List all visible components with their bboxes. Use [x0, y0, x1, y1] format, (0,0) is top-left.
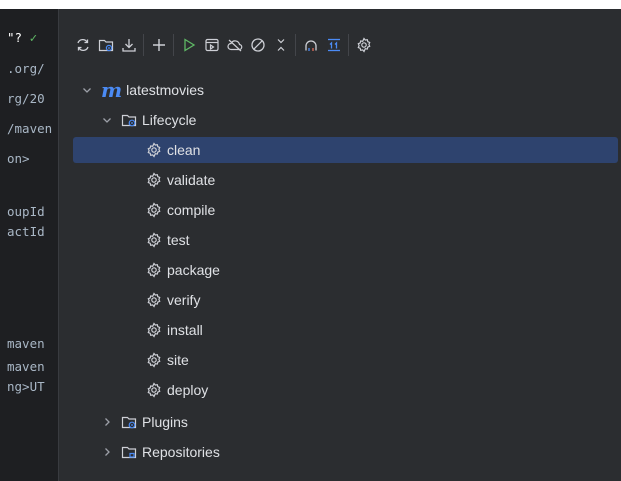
top-strip: [0, 0, 621, 9]
maven-toolbar: [71, 31, 375, 59]
repositories-label: Repositories: [142, 444, 220, 460]
toolbar-separator: [295, 34, 296, 56]
goal-label: package: [167, 262, 220, 278]
goal-label: site: [167, 352, 189, 368]
lifecycle-folder-icon: [121, 112, 137, 128]
gear-icon: [146, 262, 162, 278]
add-icon[interactable]: [147, 33, 170, 57]
goal-label: compile: [167, 202, 216, 218]
code-line: ng>UT: [7, 379, 45, 394]
execute-goal-icon[interactable]: [200, 33, 223, 57]
collapse-all-icon[interactable]: [269, 33, 292, 57]
chevron-down-icon[interactable]: [81, 84, 93, 96]
toolbar-separator: [173, 34, 174, 56]
tree-item-goal-clean[interactable]: clean: [73, 137, 618, 163]
toolbar-separator: [348, 34, 349, 56]
tree-item-goal-site[interactable]: site: [146, 347, 189, 373]
chevron-right-icon[interactable]: [101, 416, 113, 428]
tree-item-goal-compile[interactable]: compile: [146, 197, 215, 223]
gear-icon: [146, 382, 162, 398]
goal-label: clean: [167, 142, 201, 158]
code-line: maven: [7, 359, 45, 374]
download-icon[interactable]: [117, 33, 140, 57]
goal-label: validate: [167, 172, 216, 188]
tree-item-goal-deploy[interactable]: deploy: [146, 377, 208, 403]
lifecycle-label: Lifecycle: [142, 112, 197, 128]
gear-icon: [146, 142, 162, 158]
analyze-dependencies-icon[interactable]: [299, 33, 322, 57]
generate-sources-icon[interactable]: [94, 33, 117, 57]
toolbar-separator: [143, 34, 144, 56]
gear-icon: [146, 292, 162, 308]
code-line: /maven: [7, 121, 53, 136]
code-line: actId: [7, 224, 45, 239]
tree-item-goal-package[interactable]: package: [146, 257, 220, 283]
reload-icon[interactable]: [71, 33, 94, 57]
tree-item-goal-validate[interactable]: validate: [146, 167, 215, 193]
maven-icon: m: [101, 78, 123, 102]
goal-label: verify: [167, 292, 201, 308]
gear-icon: [146, 322, 162, 338]
tree-item-goal-verify[interactable]: verify: [146, 287, 200, 313]
offline-icon[interactable]: [223, 33, 246, 57]
chevron-right-icon[interactable]: [101, 446, 113, 458]
code-line: "? ✓: [7, 30, 38, 45]
maven-tool-window: m latestmovies Lifecycle clean validate …: [59, 9, 621, 481]
goal-label: deploy: [167, 382, 209, 398]
plugins-folder-icon: [121, 414, 137, 430]
gear-icon: [146, 352, 162, 368]
goal-label: test: [167, 232, 190, 248]
gear-icon: [146, 232, 162, 248]
tree-item-goal-install[interactable]: install: [146, 317, 203, 343]
gear-icon: [146, 172, 162, 188]
code-line: on>: [7, 151, 30, 166]
goal-label: install: [167, 322, 203, 338]
tree-item-project[interactable]: m latestmovies: [81, 77, 204, 103]
tree-item-goal-test[interactable]: test: [146, 227, 190, 253]
skip-tests-icon[interactable]: [246, 33, 269, 57]
tree-item-repositories[interactable]: Repositories: [101, 439, 220, 465]
show-dependencies-icon[interactable]: [322, 33, 345, 57]
run-icon[interactable]: [177, 33, 200, 57]
chevron-down-icon[interactable]: [101, 114, 113, 126]
editor-code-area[interactable]: "? ✓ .org/ rg/20 /maven on> oupId actId …: [0, 9, 58, 481]
code-line: rg/20: [7, 91, 45, 106]
code-line: oupId: [7, 204, 45, 219]
repositories-folder-icon: [121, 444, 137, 460]
settings-icon[interactable]: [352, 33, 375, 57]
tree-item-lifecycle[interactable]: Lifecycle: [101, 107, 196, 133]
code-line: maven: [7, 336, 45, 351]
project-label: latestmovies: [126, 82, 204, 98]
check-icon: ✓: [29, 30, 38, 45]
gear-icon: [146, 202, 162, 218]
plugins-label: Plugins: [142, 414, 188, 430]
tree-item-plugins[interactable]: Plugins: [101, 409, 188, 435]
code-line: .org/: [7, 61, 45, 76]
